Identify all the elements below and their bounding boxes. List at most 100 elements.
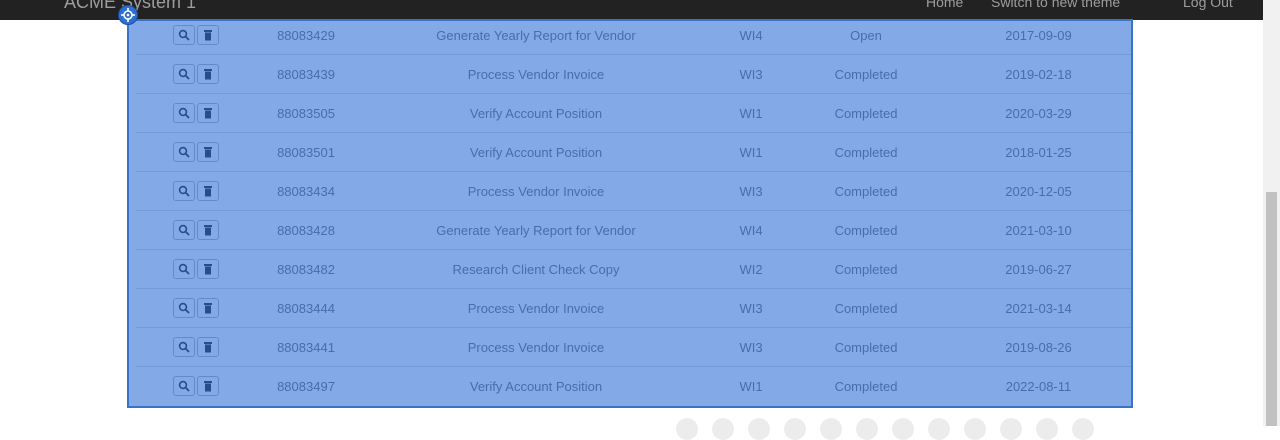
row-actions bbox=[136, 366, 256, 405]
cell-status: Completed bbox=[786, 54, 946, 94]
cell-date: 2021-03-14 bbox=[946, 288, 1131, 328]
row-actions bbox=[136, 249, 256, 289]
page-button[interactable] bbox=[1000, 418, 1022, 440]
cell-wi: WI3 bbox=[716, 54, 786, 94]
cell-wi: WI2 bbox=[716, 249, 786, 289]
delete-button[interactable] bbox=[197, 142, 219, 162]
cell-description: Process Vendor Invoice bbox=[356, 288, 716, 328]
table-row: 88083505 Verify Account Position WI1 Comple… bbox=[136, 93, 1131, 133]
cell-description: Verify Account Position bbox=[356, 93, 716, 133]
cell-description: Verify Account Position bbox=[356, 132, 716, 172]
page-button[interactable] bbox=[1072, 418, 1094, 440]
cell-id: 88083497 bbox=[256, 366, 356, 405]
table-row: 88083497 Verify Account Position WI1 Comple… bbox=[136, 366, 1131, 405]
pagination bbox=[676, 418, 1108, 440]
cell-date: 2019-02-18 bbox=[946, 54, 1131, 94]
cell-status: Completed bbox=[786, 249, 946, 289]
page-button[interactable] bbox=[892, 418, 914, 440]
cell-date: 2019-06-27 bbox=[946, 249, 1131, 289]
row-actions bbox=[136, 210, 256, 250]
page-button[interactable] bbox=[1036, 418, 1058, 440]
scrollbar-thumb[interactable] bbox=[1266, 192, 1277, 426]
cell-description: Generate Yearly Report for Vendor bbox=[356, 210, 716, 250]
delete-button[interactable] bbox=[197, 376, 219, 396]
delete-button[interactable] bbox=[197, 103, 219, 123]
view-button[interactable] bbox=[173, 298, 195, 318]
table-row: 88083429 Generate Yearly Report for Vendo… bbox=[136, 16, 1131, 55]
cell-description: Research Client Check Copy bbox=[356, 249, 716, 289]
cell-wi: WI4 bbox=[716, 210, 786, 250]
view-button[interactable] bbox=[173, 220, 195, 240]
delete-button[interactable] bbox=[197, 181, 219, 201]
cell-date: 2020-03-29 bbox=[946, 93, 1131, 133]
cell-id: 88083434 bbox=[256, 171, 356, 211]
view-button[interactable] bbox=[173, 181, 195, 201]
cell-description: Process Vendor Invoice bbox=[356, 54, 716, 94]
nav-logout-link[interactable]: Log Out bbox=[1183, 0, 1233, 14]
cell-wi: WI1 bbox=[716, 132, 786, 172]
view-button[interactable] bbox=[173, 259, 195, 279]
cell-status: Completed bbox=[786, 93, 946, 133]
nav-switch-theme-link[interactable]: Switch to new theme bbox=[991, 0, 1120, 14]
cell-wi: WI3 bbox=[716, 171, 786, 211]
work-items-table: 88083429 Generate Yearly Report for Vendo… bbox=[136, 16, 1131, 405]
page-button[interactable] bbox=[784, 418, 806, 440]
delete-button[interactable] bbox=[197, 25, 219, 45]
row-actions bbox=[136, 327, 256, 367]
page-button[interactable] bbox=[856, 418, 878, 440]
delete-button[interactable] bbox=[197, 220, 219, 240]
cell-date: 2021-03-10 bbox=[946, 210, 1131, 250]
cell-id: 88083505 bbox=[256, 93, 356, 133]
cell-id: 88083482 bbox=[256, 249, 356, 289]
row-actions bbox=[136, 132, 256, 172]
delete-button[interactable] bbox=[197, 298, 219, 318]
view-button[interactable] bbox=[173, 103, 195, 123]
view-button[interactable] bbox=[173, 25, 195, 45]
view-button[interactable] bbox=[173, 337, 195, 357]
cell-description: Generate Yearly Report for Vendor bbox=[436, 27, 636, 43]
table-row: 88083428 Generate Yearly Report for Vendo… bbox=[136, 210, 1131, 250]
page-button[interactable] bbox=[964, 418, 986, 440]
nav-home-link[interactable]: Home bbox=[926, 0, 963, 14]
cell-id: 88083428 bbox=[256, 210, 356, 250]
view-button[interactable] bbox=[173, 142, 195, 162]
page-button[interactable] bbox=[748, 418, 770, 440]
row-actions bbox=[136, 16, 256, 55]
cell-status: Completed bbox=[786, 288, 946, 328]
view-button[interactable] bbox=[173, 64, 195, 84]
row-actions bbox=[136, 171, 256, 211]
table-row: 88083441 Process Vendor Invoice WI3 Complet… bbox=[136, 327, 1131, 367]
view-button[interactable] bbox=[173, 376, 195, 396]
row-actions bbox=[136, 288, 256, 328]
page-button[interactable] bbox=[676, 418, 698, 440]
page-scrollbar[interactable] bbox=[1263, 0, 1280, 426]
table-row: 88083501 Verify Account Position WI1 Comple… bbox=[136, 132, 1131, 172]
table-row: 88083439 Process Vendor Invoice WI3 Complet… bbox=[136, 54, 1131, 94]
cell-status: Completed bbox=[786, 132, 946, 172]
cell-id: 88083444 bbox=[256, 288, 356, 328]
cell-wi: WI1 bbox=[716, 366, 786, 405]
cell-date: 2017-09-09 bbox=[1005, 27, 1072, 43]
cell-date: 2018-01-25 bbox=[946, 132, 1131, 172]
cell-description: Process Vendor Invoice bbox=[356, 327, 716, 367]
cell-id: 88083429 bbox=[277, 27, 335, 43]
cell-wi: WI4 bbox=[739, 27, 763, 43]
delete-button[interactable] bbox=[197, 337, 219, 357]
cell-wi: WI1 bbox=[716, 93, 786, 133]
table-row: 88083444 Process Vendor Invoice WI3 Complet… bbox=[136, 288, 1131, 328]
cell-status: Completed bbox=[786, 171, 946, 211]
cell-id: 88083441 bbox=[256, 327, 356, 367]
cell-status: Completed bbox=[786, 210, 946, 250]
cell-wi: WI3 bbox=[716, 327, 786, 367]
page-button[interactable] bbox=[928, 418, 950, 440]
cell-id: 88083439 bbox=[256, 54, 356, 94]
page-button[interactable] bbox=[712, 418, 734, 440]
cell-description: Verify Account Position bbox=[356, 366, 716, 405]
table-row: 88083434 Process Vendor Invoice WI3 Complet… bbox=[136, 171, 1131, 211]
cell-date: 2019-08-26 bbox=[946, 327, 1131, 367]
page-button[interactable] bbox=[820, 418, 842, 440]
cell-status: Completed bbox=[786, 366, 946, 405]
delete-button[interactable] bbox=[197, 64, 219, 84]
cell-status: Completed bbox=[786, 327, 946, 367]
delete-button[interactable] bbox=[197, 259, 219, 279]
